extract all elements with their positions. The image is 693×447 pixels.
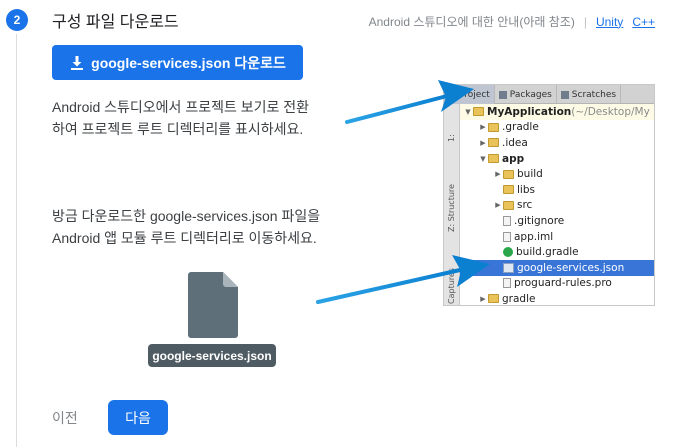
module-icon (488, 154, 499, 164)
tree-item[interactable]: ▶ .gradle (460, 120, 654, 136)
tree-item-label: .gradle (502, 121, 539, 134)
module-icon (473, 107, 484, 117)
tree-item-label: proguard-rules.pro (514, 277, 612, 290)
step-number-badge: 2 (6, 9, 28, 31)
expand-arrow-icon[interactable]: ▶ (478, 139, 488, 147)
project-tab-icon (448, 90, 456, 99)
expand-arrow-icon[interactable]: ▼ (463, 108, 473, 116)
folder-icon (503, 169, 514, 179)
file-icon (503, 231, 511, 242)
instruction-move-file: 방금 다운로드한 google-services.json 파일을 Androi… (52, 208, 321, 246)
tab-project[interactable]: Project (444, 85, 495, 104)
tree-item[interactable]: google-services.json (460, 260, 654, 276)
file-icon (188, 272, 238, 338)
expand-arrow-icon[interactable]: ▶ (493, 201, 503, 209)
expand-arrow-icon[interactable]: ▶ (493, 170, 503, 178)
unity-link[interactable]: Unity (596, 15, 623, 29)
guide-links: Android 스튜디오에 대한 안내(아래 참조) | Unity C++ (369, 13, 655, 30)
tree-item[interactable]: ▶ src (460, 198, 654, 214)
guide-text: Android 스튜디오에 대한 안내(아래 참조) (368, 15, 575, 29)
tree-item[interactable]: app.iml (460, 229, 654, 245)
tree-item[interactable]: .gitignore (460, 213, 654, 229)
download-icon (71, 55, 84, 70)
tree-item-label: app.iml (514, 230, 554, 243)
folder-icon (503, 185, 514, 195)
expand-arrow-icon[interactable]: ▶ (478, 295, 488, 303)
tree-item-path: (~/Desktop/My (571, 105, 650, 118)
tree-item-label: build.gradle (516, 246, 579, 259)
cpp-link[interactable]: C++ (632, 15, 655, 29)
ide-tab-bar: Project Packages Scratches (444, 85, 654, 104)
side-label-structure[interactable]: Z: Structure (447, 184, 456, 232)
tab-project-label: Project (459, 89, 490, 100)
gradle-icon (503, 247, 513, 258)
ide-side-toolbar: 1: Z: Structure Captures (444, 104, 460, 305)
expand-arrow-icon[interactable]: ▼ (478, 155, 488, 163)
guide-separator: | (583, 14, 587, 29)
step-title: 구성 파일 다운로드 (52, 14, 179, 31)
download-json-button[interactable]: google-services.json 다운로드 (52, 45, 303, 80)
side-label-captures[interactable]: Captures (447, 268, 456, 304)
tree-item-label: .idea (502, 136, 528, 149)
tree-item[interactable]: build.gradle (460, 244, 654, 260)
tree-item-label: gradle (502, 292, 536, 305)
folder-icon (488, 138, 499, 148)
tree-item[interactable]: ▼ app (460, 151, 654, 167)
folder-icon (488, 122, 499, 132)
previous-button[interactable]: 이전 (52, 408, 78, 428)
tab-packages-label: Packages (509, 89, 552, 100)
android-studio-project-panel: Project Packages Scratches 1: Z: Structu… (443, 84, 655, 306)
scratches-tab-icon (560, 90, 569, 99)
download-button-label: google-services.json 다운로드 (91, 54, 286, 71)
tab-scratches-label: Scratches (571, 89, 617, 100)
tree-item[interactable]: libs (460, 182, 654, 198)
tree-item-label: src (517, 199, 533, 212)
expand-arrow-icon[interactable]: ▶ (478, 123, 488, 131)
tree-item-label: google-services.json (517, 261, 625, 274)
tree-item[interactable]: ▶ build (460, 166, 654, 182)
tree-item[interactable]: proguard-rules.pro (460, 276, 654, 292)
folder-icon (503, 200, 514, 210)
tree-item-label: MyApplication (487, 105, 572, 118)
tree-item[interactable]: ▶ .idea (460, 135, 654, 151)
tree-item-label: app (502, 152, 525, 165)
json-icon (503, 262, 514, 273)
tree-item-label: .gitignore (514, 214, 565, 227)
file-icon (503, 215, 511, 226)
tree-item-label: build (517, 168, 543, 181)
tab-scratches[interactable]: Scratches (557, 85, 622, 104)
file-icon (503, 278, 511, 289)
packages-tab-icon (498, 90, 507, 99)
tree-item-label: libs (517, 183, 535, 196)
tree-item[interactable]: ▶ gradle (460, 291, 654, 305)
next-button[interactable]: 다음 (108, 400, 168, 435)
tab-packages[interactable]: Packages (495, 85, 557, 104)
folder-icon (488, 294, 499, 304)
tree-item[interactable]: ▼ MyApplication (~/Desktop/My (460, 104, 654, 120)
side-label-project[interactable]: 1: (447, 134, 456, 142)
step-rail (16, 34, 17, 447)
file-name-badge[interactable]: google-services.json (148, 344, 276, 367)
project-tree: ▼ MyApplication (~/Desktop/My ▶ .gradle ▶ .id… (460, 104, 654, 305)
instruction-switch-view: Android 스튜디오에서 프로젝트 보기로 전환하여 프로젝트 루트 디렉터… (52, 99, 310, 137)
